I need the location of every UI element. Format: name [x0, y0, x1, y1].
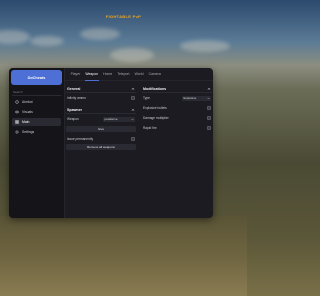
chevron-down-icon [206, 97, 210, 100]
issue-permanently-checkbox[interactable] [131, 137, 135, 141]
infinity-ammo-row: Infinity ammo [66, 93, 136, 103]
damage-multiplier-row: Damage multiplier [142, 113, 212, 123]
tab-camera[interactable]: Camera [146, 68, 163, 81]
sidebar-item-visuals[interactable]: Visuals [12, 108, 61, 116]
weapon-label: Weapon [67, 117, 79, 121]
right-column: Modifications Type Explosive Explosive b… [142, 85, 212, 133]
issue-permanently-row: Issue permanently [66, 134, 136, 144]
damage-multiplier-checkbox[interactable] [207, 116, 211, 120]
rapid-fire-checkbox[interactable] [207, 126, 211, 130]
spawner-section-title: Spawner [67, 107, 82, 112]
infinity-ammo-checkbox[interactable] [131, 96, 135, 100]
sidebar-item-settings[interactable]: Settings [12, 128, 61, 136]
explosive-bullets-label: Explosive bullets [143, 106, 167, 110]
damage-multiplier-label: Damage multiplier [143, 116, 169, 120]
type-select[interactable]: Explosive [182, 95, 211, 101]
cloud [0, 30, 30, 44]
crosshair-icon [15, 100, 19, 104]
tab-weapon[interactable]: Weapon [83, 68, 101, 81]
issue-permanently-label: Issue permanently [67, 137, 94, 141]
remove-all-weapons-button[interactable]: Remove all weapons [66, 144, 136, 150]
left-column: General Infinity ammo Spawner Weapon pew… [66, 85, 136, 152]
rapid-fire-label: Rapid fire [143, 126, 157, 130]
tab-home[interactable]: Home [101, 68, 115, 81]
explosive-bullets-row: Explosive bullets [142, 103, 212, 113]
general-section-header[interactable]: General [66, 85, 136, 93]
sidebar-item-label: Aimbot [22, 100, 33, 104]
modifications-section-header[interactable]: Modifications [142, 85, 212, 93]
weapon-row: Weapon pewberve [66, 114, 136, 124]
tab-teleport[interactable]: Teleport [115, 68, 132, 81]
gear-icon [15, 130, 19, 134]
explosive-bullets-checkbox[interactable] [207, 106, 211, 110]
spawner-section-header[interactable]: Spawner [66, 106, 136, 114]
eye-icon [15, 110, 19, 114]
type-label: Type [143, 96, 150, 100]
game-title: FIGHTABLE PvP [105, 14, 142, 19]
tab-world[interactable]: World [132, 68, 146, 81]
weapon-select[interactable]: pewberve [103, 116, 135, 122]
type-row: Type Explosive [142, 93, 212, 103]
grid-icon [15, 120, 19, 124]
chevron-up-icon [131, 108, 135, 112]
cloud [180, 40, 230, 52]
cloud [110, 48, 154, 62]
sidebar-item-label: Visuals [22, 110, 33, 114]
rapid-fire-row: Rapid fire [142, 123, 212, 133]
sidebar: DoCheats Search Aimbot Visuals Main Sett… [9, 68, 65, 218]
chevron-up-icon [207, 87, 211, 91]
tab-bar: Player Weapon Home Teleport World Camera [65, 68, 213, 81]
chevron-down-icon [130, 118, 134, 121]
modifications-section-title: Modifications [143, 86, 167, 91]
general-section-title: General [67, 86, 81, 91]
cloud [30, 36, 64, 46]
search-input[interactable]: Search [12, 89, 61, 96]
sidebar-item-label: Settings [22, 130, 35, 134]
cloud [80, 28, 120, 40]
brand-logo: DoCheats [11, 70, 62, 85]
sidebar-item-aimbot[interactable]: Aimbot [12, 98, 61, 106]
sidebar-item-main[interactable]: Main [12, 118, 61, 126]
cheat-menu-window: DoCheats Search Aimbot Visuals Main Sett… [9, 68, 213, 218]
ground [0, 216, 247, 296]
weapon-select-value: pewberve [104, 117, 118, 121]
sidebar-item-label: Main [22, 120, 30, 124]
chevron-up-icon [131, 87, 135, 91]
give-button[interactable]: Give [66, 126, 136, 132]
infinity-ammo-label: Infinity ammo [67, 96, 86, 100]
tab-player[interactable]: Player [68, 68, 83, 81]
type-select-value: Explosive [183, 96, 197, 100]
